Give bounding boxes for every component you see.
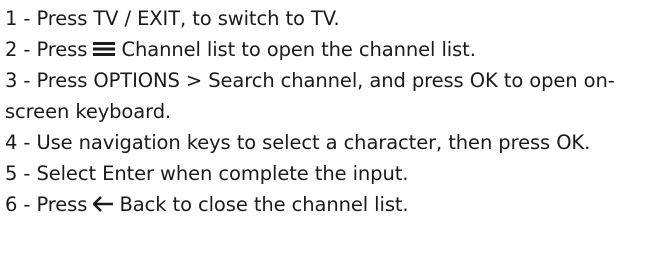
step-1: 1 - Press TV / EXIT, to switch to TV.	[5, 3, 650, 34]
step-text: 3 - Press	[5, 69, 94, 92]
step-4: 4 - Use navigation keys to select a char…	[5, 127, 650, 158]
key-name: OPTIONS	[93, 69, 180, 92]
back-arrow-icon	[93, 195, 114, 212]
step-text: 6 - Press	[5, 193, 94, 216]
step-text: .	[584, 131, 591, 154]
key-name: Enter	[102, 162, 154, 185]
key-name: TV / EXIT	[93, 7, 181, 30]
step-5: 5 - Select Enter when complete the input…	[5, 158, 650, 189]
key-name: Channel list	[121, 38, 236, 61]
step-text: , and press	[357, 69, 470, 92]
menu-list-icon	[93, 41, 116, 57]
key-name: OK	[469, 69, 498, 92]
step-3: 3 - Press OPTIONS > Search channel, and …	[5, 65, 650, 127]
step-6: 6 - Press Back to close the channel list…	[5, 189, 650, 220]
step-2: 2 - Press Channel list to open the chann…	[5, 34, 650, 65]
step-text: when complete the input.	[153, 162, 409, 185]
step-text: 5 - Select	[5, 162, 103, 185]
key-name: Back	[119, 193, 167, 216]
key-name: OK	[556, 131, 585, 154]
instruction-document: 1 - Press TV / EXIT, to switch to TV. 2 …	[0, 0, 650, 265]
key-name: Search channel	[208, 69, 358, 92]
step-text: 4 - Use navigation keys to select a char…	[5, 131, 557, 154]
step-text: , to switch to TV.	[180, 7, 340, 30]
step-text: to open the channel list.	[235, 38, 476, 61]
step-text: 2 - Press	[5, 38, 94, 61]
step-text: 1 - Press	[5, 7, 94, 30]
step-text: to close the channel list.	[166, 193, 409, 216]
step-text: >	[179, 69, 209, 92]
